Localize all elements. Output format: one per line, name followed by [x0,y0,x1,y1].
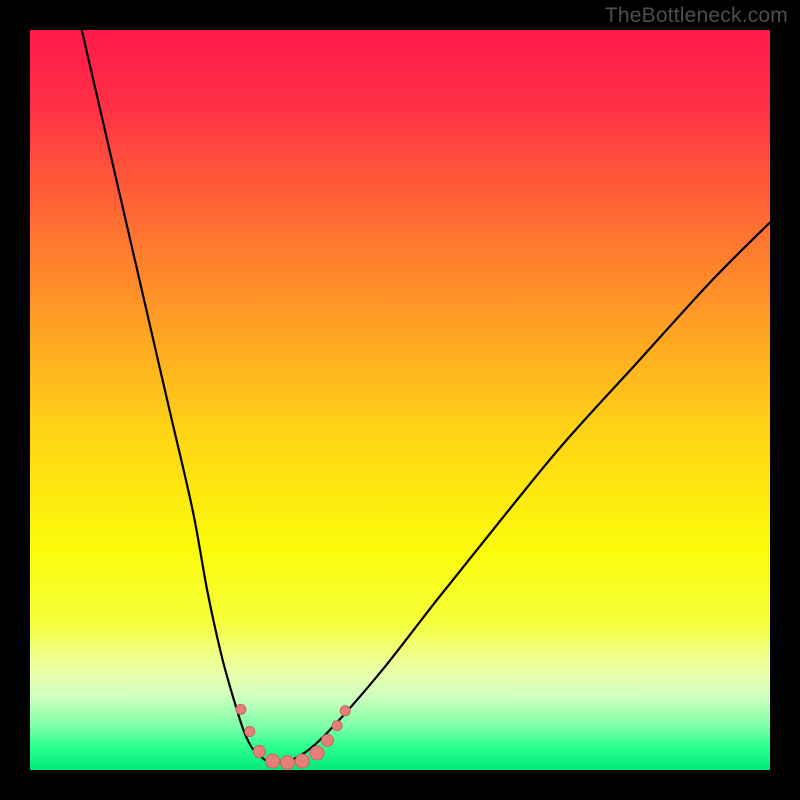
chart-container: TheBottleneck.com [0,0,800,800]
data-marker [310,746,324,760]
data-marker [295,754,309,768]
data-marker [253,746,265,758]
data-marker [245,727,255,737]
chart-svg [0,0,800,800]
data-marker [321,734,333,746]
watermark-label: TheBottleneck.com [605,4,788,28]
data-marker [340,706,350,716]
data-marker [266,754,280,768]
data-marker [281,756,295,770]
plot-background [30,30,770,770]
data-marker [236,704,246,714]
data-marker [332,721,342,731]
